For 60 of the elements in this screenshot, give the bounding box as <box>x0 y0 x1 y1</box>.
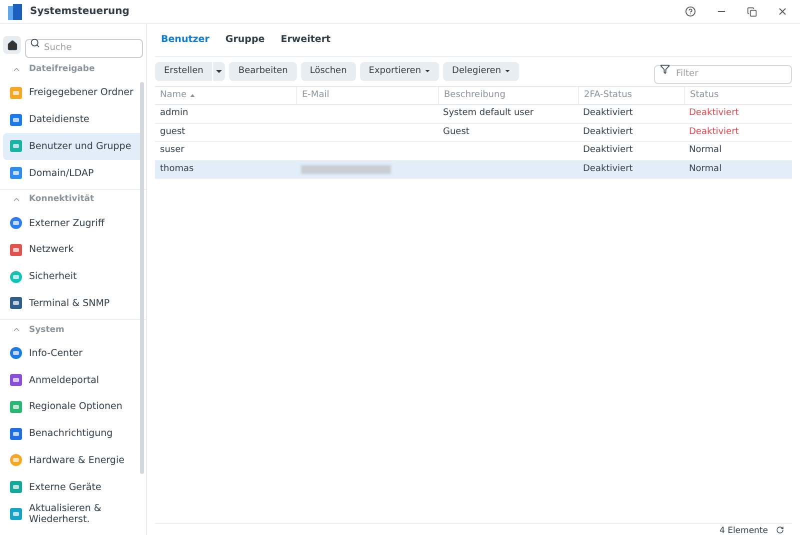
close-icon[interactable] <box>777 6 788 17</box>
restore-icon[interactable] <box>747 6 757 16</box>
app-logo-icon <box>8 4 22 20</box>
status-text: Normal <box>689 164 722 174</box>
sidebar-item[interactable]: Benutzer und Gruppe <box>3 133 143 160</box>
table-cell: admin <box>160 108 188 118</box>
sidebar-item[interactable]: Terminal & SNMP <box>3 290 143 317</box>
help-icon[interactable] <box>685 6 696 17</box>
tab[interactable]: Gruppe <box>225 32 265 48</box>
scrollbar[interactable] <box>140 82 144 474</box>
menu-button[interactable]: Delegieren <box>443 62 520 81</box>
sidebar-item[interactable]: Netzwerk <box>3 236 143 264</box>
table-cell: System default user <box>443 108 534 118</box>
caret-icon <box>425 70 430 73</box>
sort-icon <box>190 94 195 97</box>
table-cell: guest <box>160 126 186 136</box>
window-title: Systemsteuerung <box>30 5 130 19</box>
chevron-icon <box>12 65 21 74</box>
sidebar-item[interactable]: Benachrichtigung <box>3 420 143 448</box>
tab[interactable]: Erweitert <box>280 32 331 48</box>
sidebar-item[interactable]: Freigegebener Ordner <box>3 80 143 106</box>
status-text: Deaktiviert <box>689 108 739 118</box>
sidebar-item[interactable]: Info-Center <box>3 340 143 367</box>
sidebar-item[interactable]: Hardware & Energie <box>3 447 143 474</box>
table-row[interactable]: thomas Deaktiviert Normal <box>155 160 792 179</box>
item-count: 4 Elemente <box>719 526 768 535</box>
sidebar-item[interactable]: Aktualisieren & Wiederherst. <box>3 500 143 528</box>
filter-icon <box>660 64 670 74</box>
table-row[interactable]: guest Guest Deaktiviert Deaktiviert <box>155 124 792 142</box>
table-cell: Deaktiviert <box>583 108 633 118</box>
search-icon <box>30 38 40 48</box>
filter-field[interactable]: Filter <box>654 64 792 84</box>
table-cell: Deaktiviert <box>583 164 633 174</box>
refresh-icon[interactable] <box>776 526 784 534</box>
table-cell: Deaktiviert <box>583 126 633 136</box>
search-field[interactable]: Suche <box>25 38 143 58</box>
status-text: Normal <box>689 145 722 155</box>
sidebar-item[interactable]: Sicherheit <box>3 263 143 290</box>
caret-icon <box>216 70 222 74</box>
sidebar-item[interactable]: Regionale Optionen <box>3 393 143 420</box>
sidebar-item[interactable]: Externer Zugriff <box>3 210 143 236</box>
home-icon <box>6 40 18 51</box>
sidebar-item[interactable]: Domain/LDAP <box>3 160 143 187</box>
sidebar-item[interactable]: Externe Geräte <box>3 474 143 501</box>
caret-icon <box>505 70 510 73</box>
home-button[interactable] <box>3 36 21 54</box>
table-row[interactable]: admin System default user Deaktiviert Deaktiviert <box>155 105 792 124</box>
sidebar-item[interactable]: Dateidienste <box>3 106 143 134</box>
status-text: Deaktiviert <box>689 126 739 136</box>
toolbar-button[interactable]: Erstellen <box>155 62 212 81</box>
table-cell: thomas <box>160 164 194 174</box>
table-cell: Deaktiviert <box>583 145 633 155</box>
sidebar-item[interactable]: Anmeldeportal <box>3 366 143 394</box>
table-cell: suser <box>160 145 184 155</box>
toolbar-button[interactable]: Löschen <box>300 62 356 81</box>
dropdown-button[interactable] <box>213 62 226 81</box>
tab[interactable]: Benutzer <box>161 32 210 48</box>
toolbar-button[interactable]: Bearbeiten <box>229 62 297 81</box>
table-cell: Guest <box>443 126 470 136</box>
menu-button[interactable]: Exportieren <box>360 62 440 81</box>
